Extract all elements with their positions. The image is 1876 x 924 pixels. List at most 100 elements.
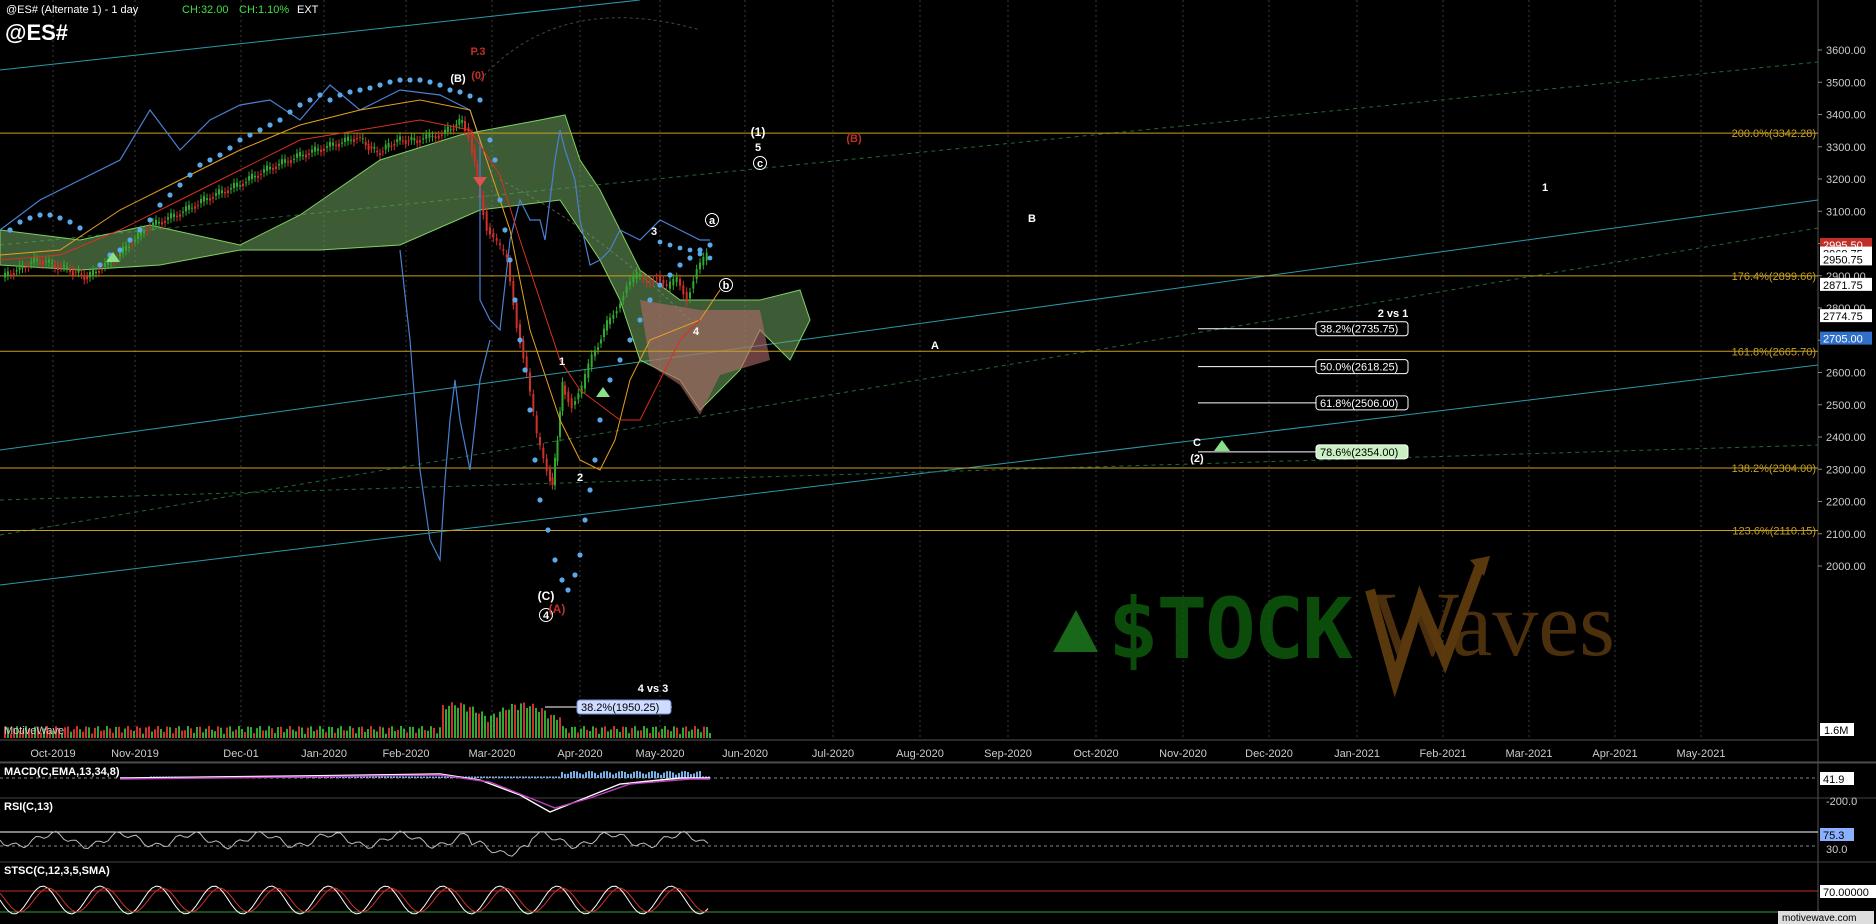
chart-canvas[interactable]: 200.0%(3342.28) 176.4%(2899.66) 161.8%(266… — [0, 0, 1876, 924]
volume-bar — [646, 728, 648, 738]
candle-body — [652, 280, 655, 282]
volume-bar — [139, 727, 141, 738]
macd-histogram-bar — [600, 772, 602, 778]
macd-histogram-bar — [516, 776, 518, 778]
macd-histogram-bar — [429, 776, 431, 778]
stsc-d-line — [0, 887, 709, 913]
candle-body — [452, 128, 455, 131]
volume-bar — [316, 729, 318, 738]
candle-body — [119, 252, 121, 257]
volume-bar — [187, 726, 189, 738]
lower-retrace-label: 38.2%(1950.25) — [581, 702, 659, 714]
wave-label: A — [931, 340, 939, 352]
candle-body — [393, 143, 396, 146]
macd-histogram-bar — [558, 776, 560, 778]
volume-bar — [391, 726, 393, 738]
volume-bar — [121, 732, 123, 738]
volume-bar — [73, 729, 75, 738]
candle-body — [622, 296, 625, 301]
volume-bar — [325, 732, 327, 738]
candle-body — [281, 159, 283, 165]
candle-body — [95, 271, 97, 274]
session-label: EXT — [297, 4, 319, 16]
volume-bar — [595, 727, 597, 738]
candle-body — [370, 146, 373, 149]
volume-bar — [340, 726, 342, 738]
x-tick-label: Apr-2020 — [557, 748, 602, 760]
volume-bar — [205, 728, 207, 738]
volume-bar — [685, 726, 687, 738]
volume-bar — [403, 728, 405, 738]
candle-body — [522, 340, 525, 359]
psar-dot — [317, 92, 323, 98]
candle-body — [705, 252, 708, 261]
psar-dot — [687, 255, 693, 261]
retrace-label: 78.6%(2354.00) — [1320, 447, 1398, 459]
rsi-tag-label: 75.3 — [1823, 830, 1844, 842]
volume-bar — [664, 726, 666, 738]
macd-histogram-bar — [633, 771, 635, 778]
candle-body — [655, 277, 658, 280]
candle-body — [257, 175, 259, 178]
psar-dot — [657, 282, 663, 288]
volume-bar — [94, 727, 96, 738]
candle-body — [695, 269, 698, 279]
candle-body — [396, 139, 399, 143]
y-tick-label: 2500.00 — [1826, 400, 1866, 412]
candle-body — [9, 274, 12, 276]
volume-bar — [484, 715, 486, 738]
volume-bar — [634, 726, 636, 738]
macd-histogram-bar — [612, 774, 614, 778]
candle-body — [191, 207, 193, 209]
candle-body — [410, 136, 413, 141]
volume-bar — [283, 732, 285, 738]
volume-bar — [700, 732, 702, 738]
volume-bar — [601, 727, 603, 738]
macd-histogram-bar — [588, 771, 590, 778]
macd-histogram-bar — [480, 776, 482, 778]
candle-body — [353, 139, 355, 142]
volume-bar — [142, 733, 144, 738]
candle-body — [335, 144, 337, 146]
volume-bar — [247, 726, 249, 738]
volume-bar — [640, 730, 642, 738]
fib-level-label: 161.8%(2665.70) — [1732, 346, 1816, 358]
candle-body — [612, 314, 615, 319]
candle-body — [515, 302, 518, 328]
candle-body — [672, 278, 675, 286]
macd-histogram-bar — [519, 776, 521, 778]
candle-body — [639, 274, 641, 276]
macd-histogram-bar — [414, 776, 416, 778]
macd-histogram-bar — [582, 774, 584, 778]
macd-histogram-bar — [378, 776, 380, 778]
volume-bar — [448, 705, 450, 738]
candle-body — [224, 191, 226, 194]
candle-body — [77, 270, 80, 273]
candle-body — [529, 372, 531, 392]
volume-bar — [91, 733, 93, 738]
wave-label: (2) — [1190, 453, 1204, 465]
candle-body — [682, 285, 685, 295]
volume-bar — [388, 727, 390, 738]
volume-bar — [574, 726, 576, 738]
y-tick-label: 2600.00 — [1826, 368, 1866, 380]
ichimoku-cloud — [0, 114, 811, 415]
macd-histogram-bar — [630, 773, 632, 778]
candle-body — [269, 166, 271, 170]
candle-body — [361, 138, 364, 140]
candle-body — [659, 275, 661, 282]
macd-histogram-bar — [504, 776, 506, 778]
macd-signal-line — [119, 774, 710, 809]
candle-body — [33, 257, 36, 263]
macd-histogram-bar — [534, 776, 536, 778]
trend-line — [0, 364, 1819, 586]
macd-histogram-bar — [579, 773, 581, 778]
psar-dot — [187, 172, 193, 178]
candle-body — [98, 271, 100, 273]
volume-bar — [706, 727, 708, 738]
macd-histogram-bar — [444, 776, 446, 778]
candle-body — [689, 292, 691, 299]
volume-bar — [271, 728, 273, 738]
candle-body — [251, 173, 253, 179]
candle-body — [584, 374, 586, 389]
